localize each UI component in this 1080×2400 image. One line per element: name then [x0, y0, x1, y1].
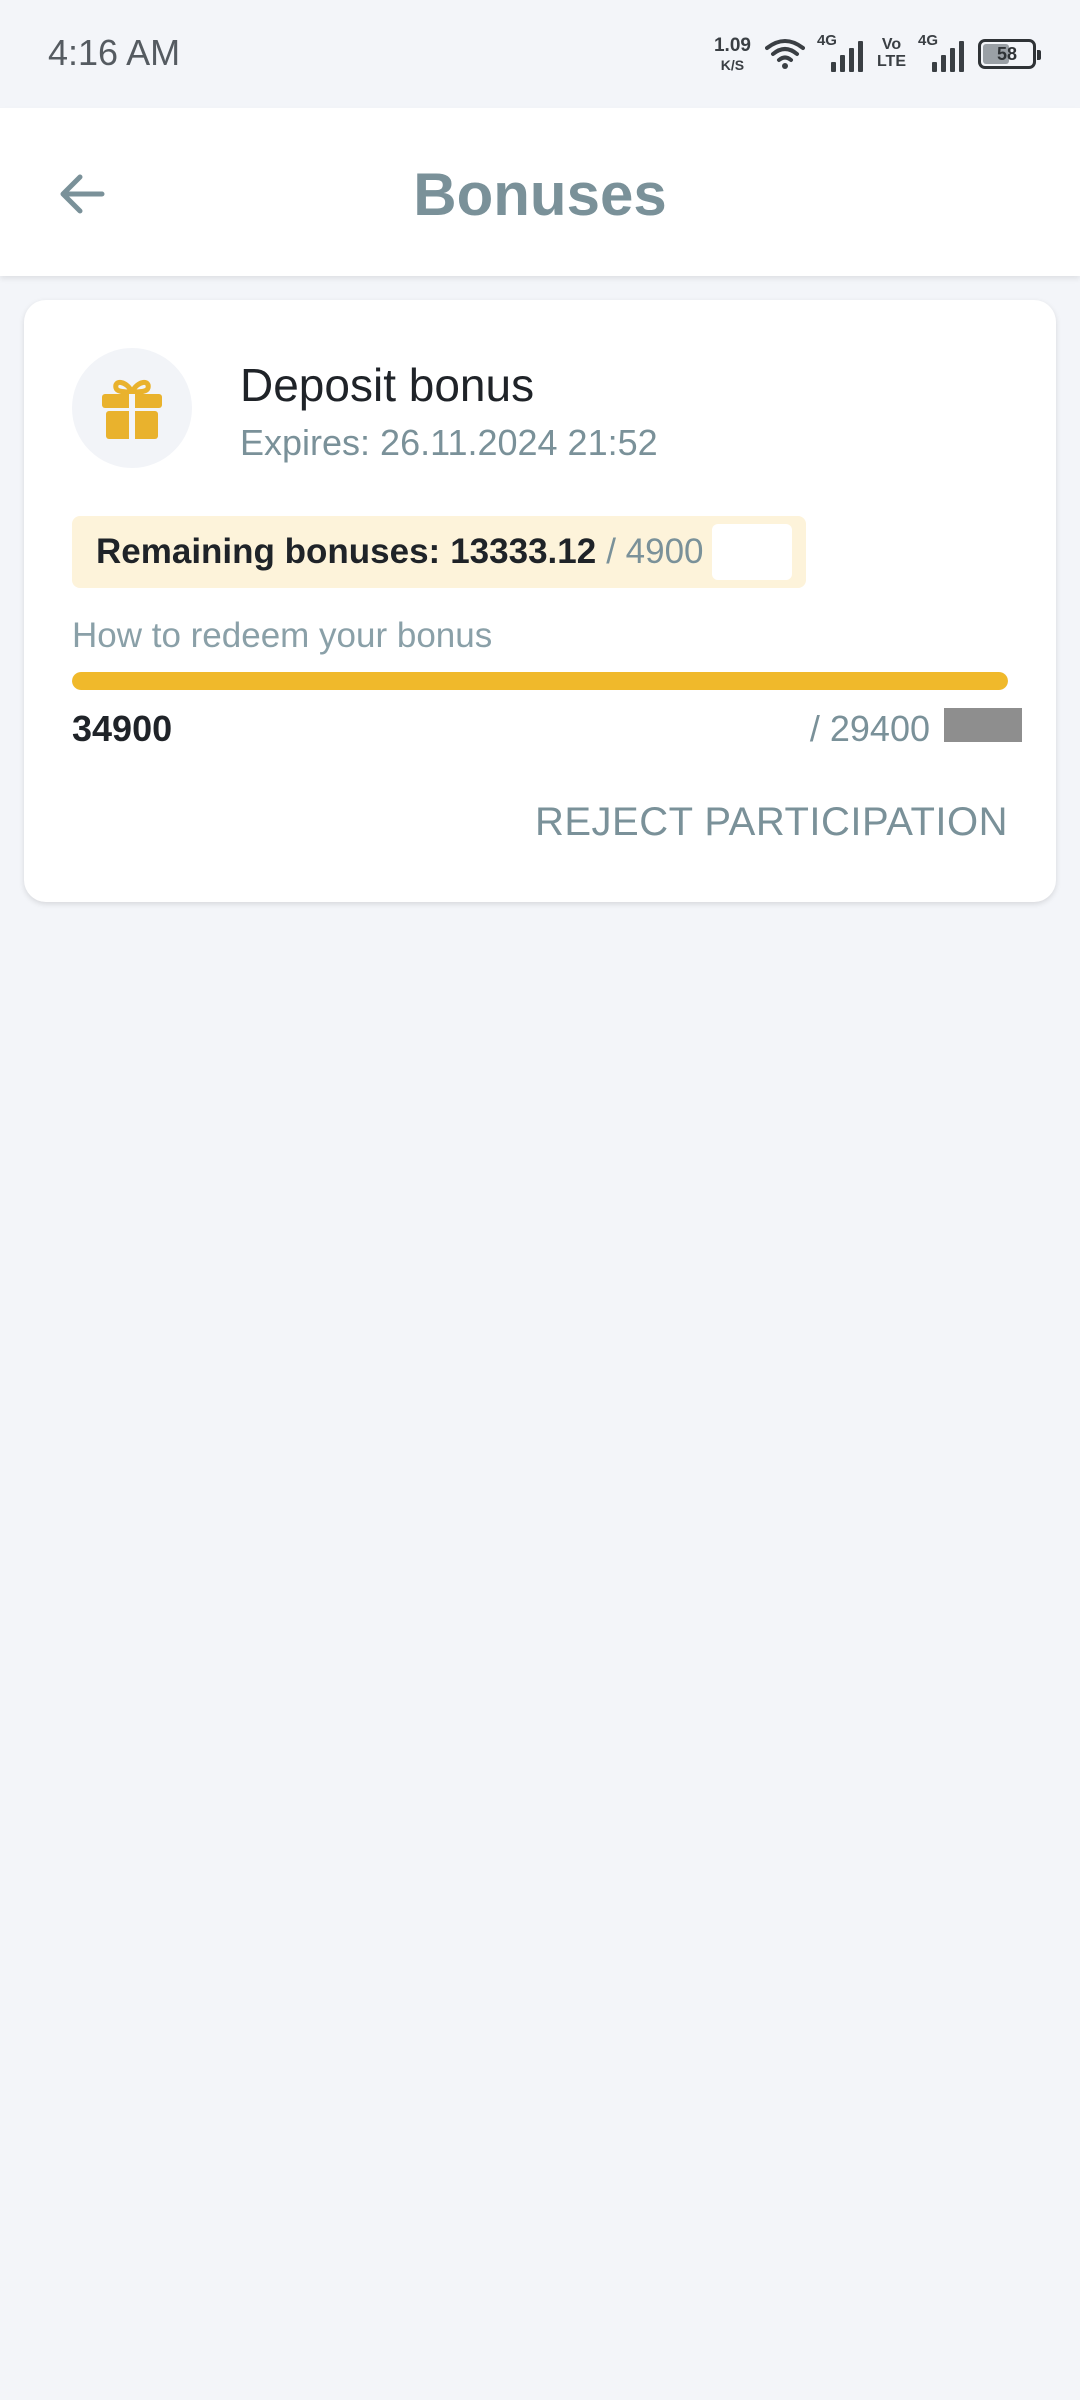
remaining-bonuses-total: / 4900 [606, 532, 704, 571]
status-bar: 4:16 AM 1.09 K/S 4G Vo LTE 4G 58 [0, 0, 1080, 108]
cell-signal-1-label: 4G [816, 32, 837, 49]
network-speed: 1.09 K/S [714, 36, 751, 72]
remaining-bonuses-value: 13333.12 [450, 532, 597, 571]
cell-signal-1-icon: 4G [817, 32, 863, 72]
bonus-title: Deposit bonus [240, 359, 535, 411]
status-icons: 1.09 K/S 4G Vo LTE 4G 58 [714, 30, 1041, 78]
redacted-area [944, 708, 1022, 742]
remaining-bonuses-box: Remaining bonuses: 13333.12 / 4900 [72, 516, 806, 588]
bonus-expiry: Expires: 26.11.2024 21:52 [240, 422, 658, 463]
how-to-redeem-link[interactable]: How to redeem your bonus [72, 616, 492, 656]
redacted-area [711, 524, 792, 580]
gift-icon-container [72, 348, 192, 468]
page-title: Bonuses [413, 161, 667, 228]
volte-icon: Vo LTE [876, 36, 906, 71]
wagering-progress-target: / 29400 [809, 708, 930, 749]
remaining-bonuses-label: Remaining bonuses: [96, 532, 441, 571]
gift-icon [102, 380, 162, 439]
reject-participation-button[interactable]: REJECT PARTICIPATION [535, 800, 1008, 845]
bonus-card: Deposit bonus Expires: 26.11.2024 21:52 … [24, 300, 1056, 902]
volte-top: Vo [881, 36, 902, 54]
battery-percent: 58 [996, 43, 1018, 64]
app-bar: Bonuses [0, 108, 1080, 276]
network-speed-value: 1.09 [713, 35, 751, 56]
battery-icon: 58 [978, 39, 1041, 69]
wagering-progress-current: 34900 [72, 708, 173, 749]
cell-signal-2-icon: 4G [918, 32, 964, 72]
wagering-progress-fill [72, 672, 1008, 690]
wifi-icon [764, 39, 805, 69]
cell-signal-2-label: 4G [918, 32, 939, 49]
network-speed-unit: K/S [720, 57, 745, 73]
volte-bottom: LTE [876, 53, 906, 70]
wagering-progress-bar [72, 672, 1008, 690]
status-time: 4:16 AM [48, 32, 181, 73]
